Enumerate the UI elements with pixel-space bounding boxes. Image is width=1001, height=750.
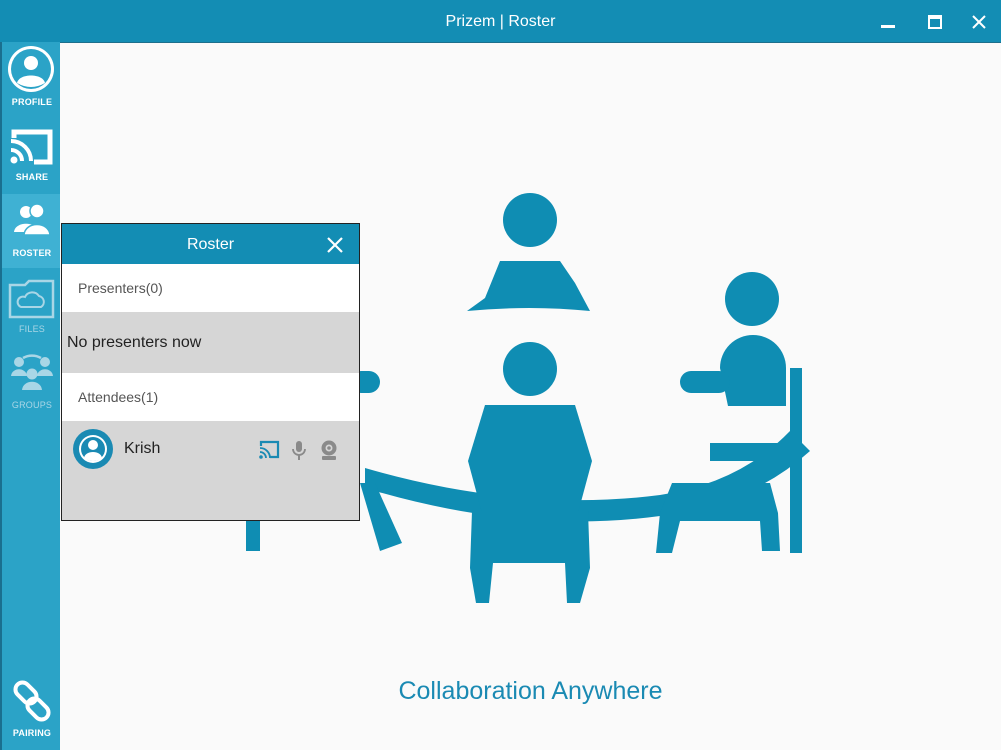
- sidebar-label-profile: PROFILE: [11, 97, 53, 107]
- user-avatar-icon: [79, 435, 107, 463]
- close-icon: [972, 15, 986, 29]
- attendees-heading: Attendees(1): [62, 373, 359, 421]
- roster-panel: Roster Presenters(0) No presenters now A…: [61, 223, 360, 521]
- tagline: Collaboration Anywhere: [398, 677, 663, 705]
- sidebar-item-roster[interactable]: ROSTER: [2, 194, 62, 268]
- groups-icon: [11, 354, 53, 390]
- roster-users-icon: [14, 203, 51, 236]
- link-chain-icon: [13, 680, 51, 722]
- presenters-heading: Presenters(0): [62, 264, 359, 312]
- files-cloud-folder-icon: [8, 279, 55, 319]
- profile-avatar-icon: [8, 46, 54, 92]
- sidebar-label-pairing: PAIRING: [12, 728, 52, 738]
- cast-icon[interactable]: [258, 439, 280, 461]
- sidebar-label-groups: GROUPS: [11, 400, 53, 410]
- roster-panel-title: Roster: [186, 236, 235, 253]
- roster-panel-header: Roster: [62, 224, 359, 264]
- attendee-name: Krish: [124, 440, 161, 457]
- microphone-icon[interactable]: [288, 439, 310, 461]
- maximize-icon: [928, 15, 942, 29]
- attendee-avatar: [73, 429, 113, 469]
- presenters-empty-message: No presenters now: [67, 334, 202, 351]
- sidebar: PROFILE SHARE ROSTER FILES GROUPS PAIRIN…: [0, 42, 62, 750]
- attendee-row[interactable]: Krish: [62, 421, 359, 477]
- title-bar: Prizem | Roster: [0, 0, 1001, 42]
- minimize-icon: [881, 25, 895, 28]
- maximize-button[interactable]: [915, 6, 955, 38]
- webcam-icon[interactable]: [318, 439, 340, 461]
- sidebar-label-share: SHARE: [15, 172, 49, 182]
- sidebar-item-profile[interactable]: PROFILE: [2, 42, 62, 116]
- sidebar-item-pairing[interactable]: PAIRING: [2, 674, 62, 748]
- sidebar-item-files[interactable]: FILES: [2, 270, 62, 344]
- minimize-button[interactable]: [868, 6, 908, 38]
- cast-icon: [10, 129, 53, 165]
- roster-close-icon[interactable]: [325, 235, 345, 255]
- close-window-button[interactable]: [959, 6, 999, 38]
- sidebar-label-files: FILES: [18, 324, 45, 334]
- sidebar-label-roster: ROSTER: [12, 248, 52, 258]
- sidebar-item-groups[interactable]: GROUPS: [2, 346, 62, 420]
- window-title: Prizem | Roster: [445, 13, 556, 30]
- sidebar-item-share[interactable]: SHARE: [2, 118, 62, 192]
- app-window: Prizem | Roster PROFILE SHARE ROSTER FIL…: [0, 0, 1001, 750]
